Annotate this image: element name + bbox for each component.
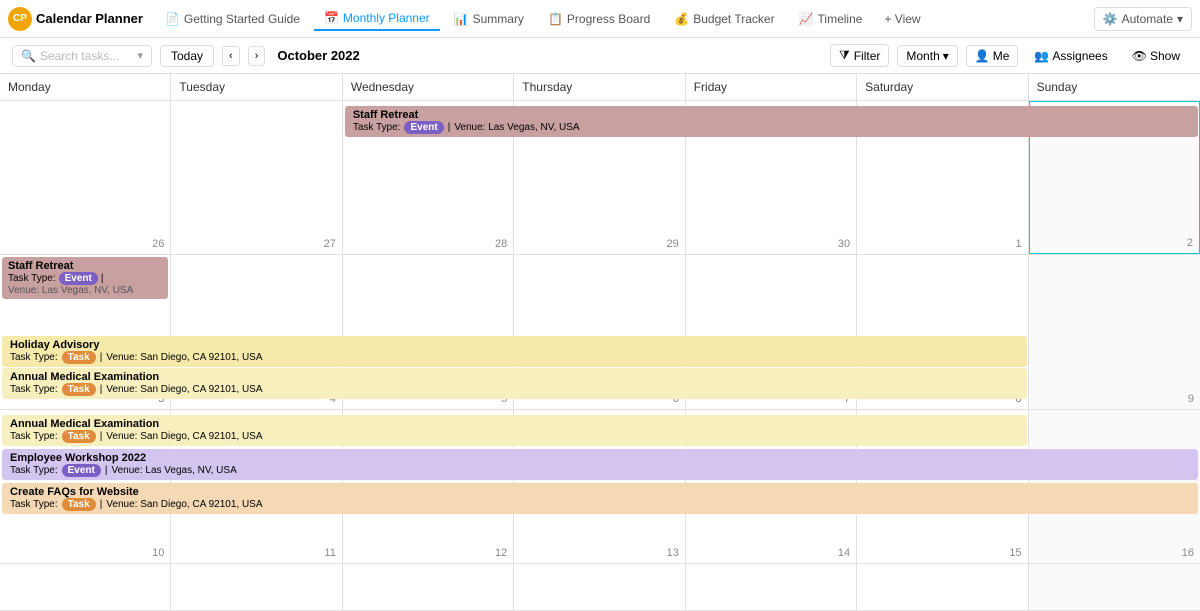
header-monday: Monday bbox=[0, 74, 171, 100]
top-navigation: CP Calendar Planner 📄 Getting Started Gu… bbox=[0, 0, 1200, 38]
day-cell-29: 29 bbox=[514, 101, 685, 254]
app-icon: CP bbox=[8, 7, 32, 31]
tab-getting-started[interactable]: 📄 Getting Started Guide bbox=[155, 8, 310, 30]
summary-icon: 📊 bbox=[454, 12, 469, 26]
current-month-label: October 2022 bbox=[277, 48, 359, 63]
chevron-down-icon: ▾ bbox=[943, 49, 949, 63]
day-cell-8: 8 bbox=[857, 255, 1028, 408]
prev-month-button[interactable]: ‹ bbox=[222, 46, 240, 66]
filter-icon: ⧩ bbox=[839, 48, 850, 63]
staff-retreat-mon[interactable]: Staff Retreat Task Type: Event | Venue: … bbox=[2, 257, 168, 299]
day-cell-9: 9 bbox=[1029, 255, 1200, 408]
day-cell-10: 10 bbox=[0, 410, 171, 563]
day-cell-15: 15 bbox=[857, 410, 1028, 563]
tab-budget-tracker[interactable]: 💰 Budget Tracker bbox=[664, 8, 784, 30]
filter-button[interactable]: ⧩ Filter bbox=[830, 44, 889, 67]
board-icon: 📋 bbox=[548, 12, 563, 26]
assignees-icon: 👥 bbox=[1034, 49, 1049, 63]
day-cell-11: 11 bbox=[171, 410, 342, 563]
day-cell-26: 26 bbox=[0, 101, 171, 254]
calendar-icon: 📅 bbox=[324, 11, 339, 25]
chevron-down-icon: ▾ bbox=[1177, 12, 1183, 26]
calendar-body: 26 27 28 29 30 1 2 Staff Retreat Task Ty… bbox=[0, 101, 1200, 611]
day-cell-16: 16 bbox=[1029, 410, 1200, 563]
show-button[interactable]: 👁 Show bbox=[1124, 46, 1188, 66]
tab-monthly-planner[interactable]: 📅 Monthly Planner bbox=[314, 7, 440, 31]
event-type-tag: Event bbox=[59, 272, 98, 285]
header-sunday: Sunday bbox=[1029, 74, 1200, 100]
day-cell-2: 2 bbox=[1029, 101, 1200, 254]
toolbar: 🔍 Search tasks... ▾ Today ‹ › October 20… bbox=[0, 38, 1200, 74]
me-button[interactable]: 👤 Me bbox=[966, 45, 1019, 67]
day-cell-30: 30 bbox=[686, 101, 857, 254]
day-cell-3: Staff Retreat Task Type: Event | Venue: … bbox=[0, 255, 171, 408]
day-cell-6: 6 bbox=[514, 255, 685, 408]
day-cell-4: 4 bbox=[171, 255, 342, 408]
eye-icon: 👁 bbox=[1132, 49, 1147, 63]
day-cell-12: 12 bbox=[343, 410, 514, 563]
day-cell-7: 7 bbox=[686, 255, 857, 408]
calendar: Monday Tuesday Wednesday Thursday Friday… bbox=[0, 74, 1200, 611]
header-saturday: Saturday bbox=[857, 74, 1028, 100]
tab-timeline[interactable]: 📈 Timeline bbox=[789, 8, 873, 30]
page-icon: 📄 bbox=[165, 12, 180, 26]
search-box[interactable]: 🔍 Search tasks... ▾ bbox=[12, 45, 152, 67]
header-thursday: Thursday bbox=[514, 74, 685, 100]
week-row-3: 10 11 12 13 14 15 16 Annual Medical Exam… bbox=[0, 410, 1200, 564]
search-icon: 🔍 bbox=[21, 49, 36, 63]
venue-text: Venue: Las Vegas, NV, USA bbox=[8, 285, 162, 296]
automate-icon: ⚙️ bbox=[1103, 12, 1118, 26]
month-view-button[interactable]: Month ▾ bbox=[897, 45, 957, 67]
event-meta: Task Type: Event | bbox=[8, 272, 162, 285]
week-row-2: Staff Retreat Task Type: Event | Venue: … bbox=[0, 255, 1200, 409]
assignees-button[interactable]: 👥 Assignees bbox=[1026, 46, 1115, 66]
header-wednesday: Wednesday bbox=[343, 74, 514, 100]
week-row-1: 26 27 28 29 30 1 2 Staff Retreat Task Ty… bbox=[0, 101, 1200, 255]
app-title: Calendar Planner bbox=[36, 11, 143, 26]
day-cell-14: 14 bbox=[686, 410, 857, 563]
budget-icon: 💰 bbox=[674, 12, 689, 26]
header-tuesday: Tuesday bbox=[171, 74, 342, 100]
day-cell-28: 28 bbox=[343, 101, 514, 254]
user-icon: 👤 bbox=[975, 49, 990, 63]
header-friday: Friday bbox=[686, 74, 857, 100]
tab-summary[interactable]: 📊 Summary bbox=[444, 8, 534, 30]
search-dropdown-icon: ▾ bbox=[137, 49, 143, 62]
today-button[interactable]: Today bbox=[160, 45, 214, 67]
event-title: Staff Retreat bbox=[8, 260, 162, 272]
day-cell-13: 13 bbox=[514, 410, 685, 563]
day-cell-27: 27 bbox=[171, 101, 342, 254]
next-month-button[interactable]: › bbox=[248, 46, 266, 66]
automate-button[interactable]: ⚙️ Automate ▾ bbox=[1094, 7, 1192, 31]
day-cell-5: 5 bbox=[343, 255, 514, 408]
day-cell-1: 1 bbox=[857, 101, 1028, 254]
add-view-button[interactable]: + View bbox=[876, 8, 928, 30]
tab-progress-board[interactable]: 📋 Progress Board bbox=[538, 8, 660, 30]
week-row-4 bbox=[0, 564, 1200, 611]
day-headers: Monday Tuesday Wednesday Thursday Friday… bbox=[0, 74, 1200, 101]
timeline-icon: 📈 bbox=[799, 12, 814, 26]
